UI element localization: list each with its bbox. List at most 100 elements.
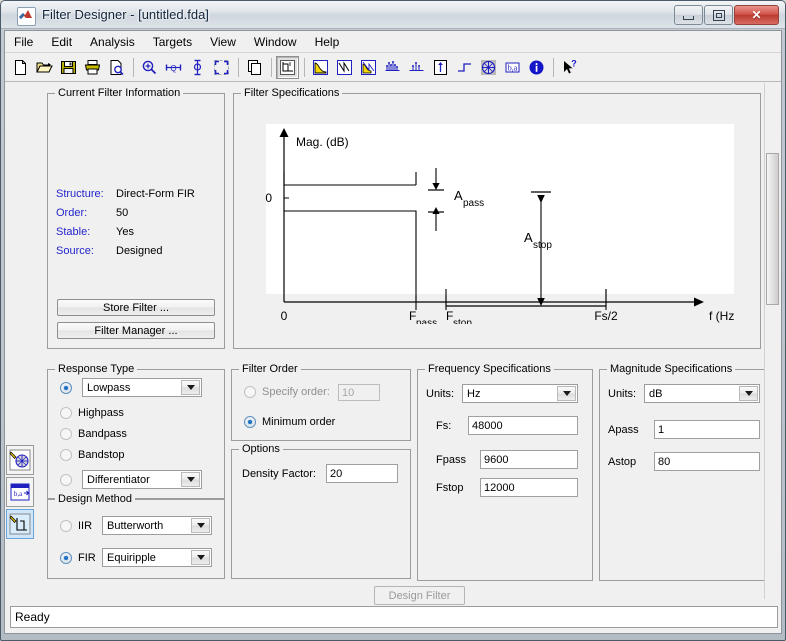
response-type-bandpass-label: Bandpass xyxy=(78,428,127,440)
toolbar-separator xyxy=(553,58,554,77)
menu-window[interactable]: Window xyxy=(245,32,306,52)
response-type-lowpass-value: Lowpass xyxy=(87,382,130,394)
fs-input[interactable]: 48000 xyxy=(468,416,578,435)
specify-order-radio[interactable]: Specify order: xyxy=(244,386,330,398)
magnitude-units-dropdown[interactable]: dB xyxy=(644,384,760,403)
filter-specs-icon[interactable] xyxy=(276,56,299,79)
pole-zero-icon[interactable] xyxy=(477,56,500,79)
menu-analysis[interactable]: Analysis xyxy=(81,32,144,52)
specify-order-label: Specify order: xyxy=(262,386,330,398)
structure-value: Direct-Form FIR xyxy=(116,188,195,200)
phase-delay-icon[interactable] xyxy=(405,56,428,79)
specify-order-input[interactable]: 10 xyxy=(338,384,380,401)
menu-view[interactable]: View xyxy=(201,32,245,52)
response-type-highpass-radio[interactable]: Highpass xyxy=(60,407,124,419)
fstop-input[interactable]: 12000 xyxy=(480,478,578,497)
options-panel: Options Density Factor: 20 xyxy=(231,449,411,579)
design-method-fir-dropdown[interactable]: Equiripple xyxy=(102,548,212,567)
tool-bar: Q xyxy=(5,53,781,82)
order-value: 50 xyxy=(116,207,128,219)
chevron-down-icon xyxy=(557,386,576,401)
magnitude-phase-icon[interactable] xyxy=(357,56,380,79)
frequency-specifications-panel: Frequency Specifications Units: Hz Fs: 4… xyxy=(417,369,593,581)
impulse-response-icon[interactable] xyxy=(429,56,452,79)
minimum-order-label: Minimum order xyxy=(262,416,335,428)
zoom-in-icon[interactable] xyxy=(138,56,161,79)
chevron-down-icon xyxy=(739,386,758,401)
svg-text:0: 0 xyxy=(281,309,288,323)
filter-coefficients-icon[interactable]: b,a xyxy=(501,56,524,79)
menu-targets[interactable]: Targets xyxy=(144,32,201,52)
minimize-button[interactable] xyxy=(674,5,703,25)
response-type-design-method-container: Response Type Lowpass Highpass Bandpass xyxy=(47,361,225,583)
print-icon[interactable] xyxy=(81,56,104,79)
svg-text:Q: Q xyxy=(170,64,176,73)
radio-indicator xyxy=(60,474,72,486)
magnitude-response-icon[interactable] xyxy=(309,56,332,79)
response-type-differentiator-radio[interactable] xyxy=(60,474,72,486)
response-type-panel: Response Type Lowpass Highpass Bandpass xyxy=(47,369,225,499)
group-delay-icon[interactable] xyxy=(381,56,404,79)
response-type-lowpass-radio[interactable] xyxy=(60,382,72,394)
toolbar-separator xyxy=(304,58,305,77)
menu-file[interactable]: File xyxy=(5,32,42,52)
pole-zero-editor-sidebar-icon[interactable] xyxy=(6,509,34,539)
svg-text:stop: stop xyxy=(453,318,472,324)
filter-manager-button[interactable]: Filter Manager ... xyxy=(57,322,215,339)
fpass-input[interactable]: 9600 xyxy=(480,450,578,469)
filter-information-icon[interactable] xyxy=(525,56,548,79)
options-legend: Options xyxy=(239,443,283,455)
magnitude-units-value: dB xyxy=(649,388,662,400)
import-filter-sidebar-icon[interactable]: b,a xyxy=(6,477,34,507)
step-response-icon[interactable] xyxy=(453,56,476,79)
astop-input[interactable]: 80 xyxy=(654,452,760,471)
menu-edit[interactable]: Edit xyxy=(42,32,81,52)
filter-designer-window: Filter Designer - [untitled.fda] ✕ File … xyxy=(0,0,786,641)
save-icon[interactable] xyxy=(57,56,80,79)
radio-indicator xyxy=(244,416,256,428)
full-view-icon[interactable] xyxy=(210,56,233,79)
design-method-iir-dropdown[interactable]: Butterworth xyxy=(102,516,212,535)
new-file-icon[interactable] xyxy=(9,56,32,79)
menu-bar: File Edit Analysis Targets View Window H… xyxy=(5,31,781,53)
scrollbar-thumb[interactable] xyxy=(766,153,779,305)
design-method-fir-label: FIR xyxy=(78,552,96,564)
response-type-bandstop-radio[interactable]: Bandstop xyxy=(60,449,124,461)
zoom-x-icon[interactable]: Q xyxy=(162,56,185,79)
zoom-y-icon[interactable] xyxy=(186,56,209,79)
chevron-down-icon xyxy=(191,550,210,565)
frequency-units-dropdown[interactable]: Hz xyxy=(462,384,578,403)
frequency-units-value: Hz xyxy=(467,388,480,400)
menu-help[interactable]: Help xyxy=(306,32,349,52)
phase-response-icon[interactable] xyxy=(333,56,356,79)
response-type-lowpass-dropdown[interactable]: Lowpass xyxy=(82,378,202,397)
response-type-differentiator-dropdown[interactable]: Differentiator xyxy=(82,470,202,489)
design-method-fir-radio[interactable]: FIR xyxy=(60,552,96,564)
toolbar-separator xyxy=(271,58,272,77)
print-preview-icon[interactable] xyxy=(105,56,128,79)
apass-input[interactable]: 1 xyxy=(654,420,760,439)
matlab-icon xyxy=(17,7,36,26)
density-factor-input[interactable]: 20 xyxy=(326,464,398,483)
filter-specification-plot: Mag. (dB) 0 xyxy=(254,124,734,324)
open-folder-icon[interactable] xyxy=(33,56,56,79)
store-filter-button[interactable]: Store Filter ... xyxy=(57,299,215,316)
current-filter-information-panel: Current Filter Information Structure: Di… xyxy=(47,93,225,349)
radio-indicator xyxy=(60,428,72,440)
copy-icon[interactable] xyxy=(243,56,266,79)
fs-label: Fs: xyxy=(436,420,451,432)
response-type-bandpass-radio[interactable]: Bandpass xyxy=(60,428,127,440)
context-help-icon[interactable]: ? xyxy=(558,56,581,79)
svg-text:Mag. (dB): Mag. (dB) xyxy=(296,135,349,149)
close-button[interactable]: ✕ xyxy=(734,5,779,25)
design-filter-button[interactable]: Design Filter xyxy=(374,586,465,605)
design-filter-sidebar-icon[interactable] xyxy=(6,445,34,475)
response-type-legend: Response Type xyxy=(55,363,137,375)
minimum-order-radio[interactable]: Minimum order xyxy=(244,416,335,428)
filter-order-panel: Filter Order Specify order: 10 Minimum o… xyxy=(231,369,411,441)
vertical-scrollbar[interactable] xyxy=(764,83,780,599)
stable-label: Stable: xyxy=(56,226,90,238)
maximize-button[interactable] xyxy=(704,5,733,25)
svg-text:pass: pass xyxy=(463,198,484,209)
design-method-iir-radio[interactable]: IIR xyxy=(60,520,92,532)
